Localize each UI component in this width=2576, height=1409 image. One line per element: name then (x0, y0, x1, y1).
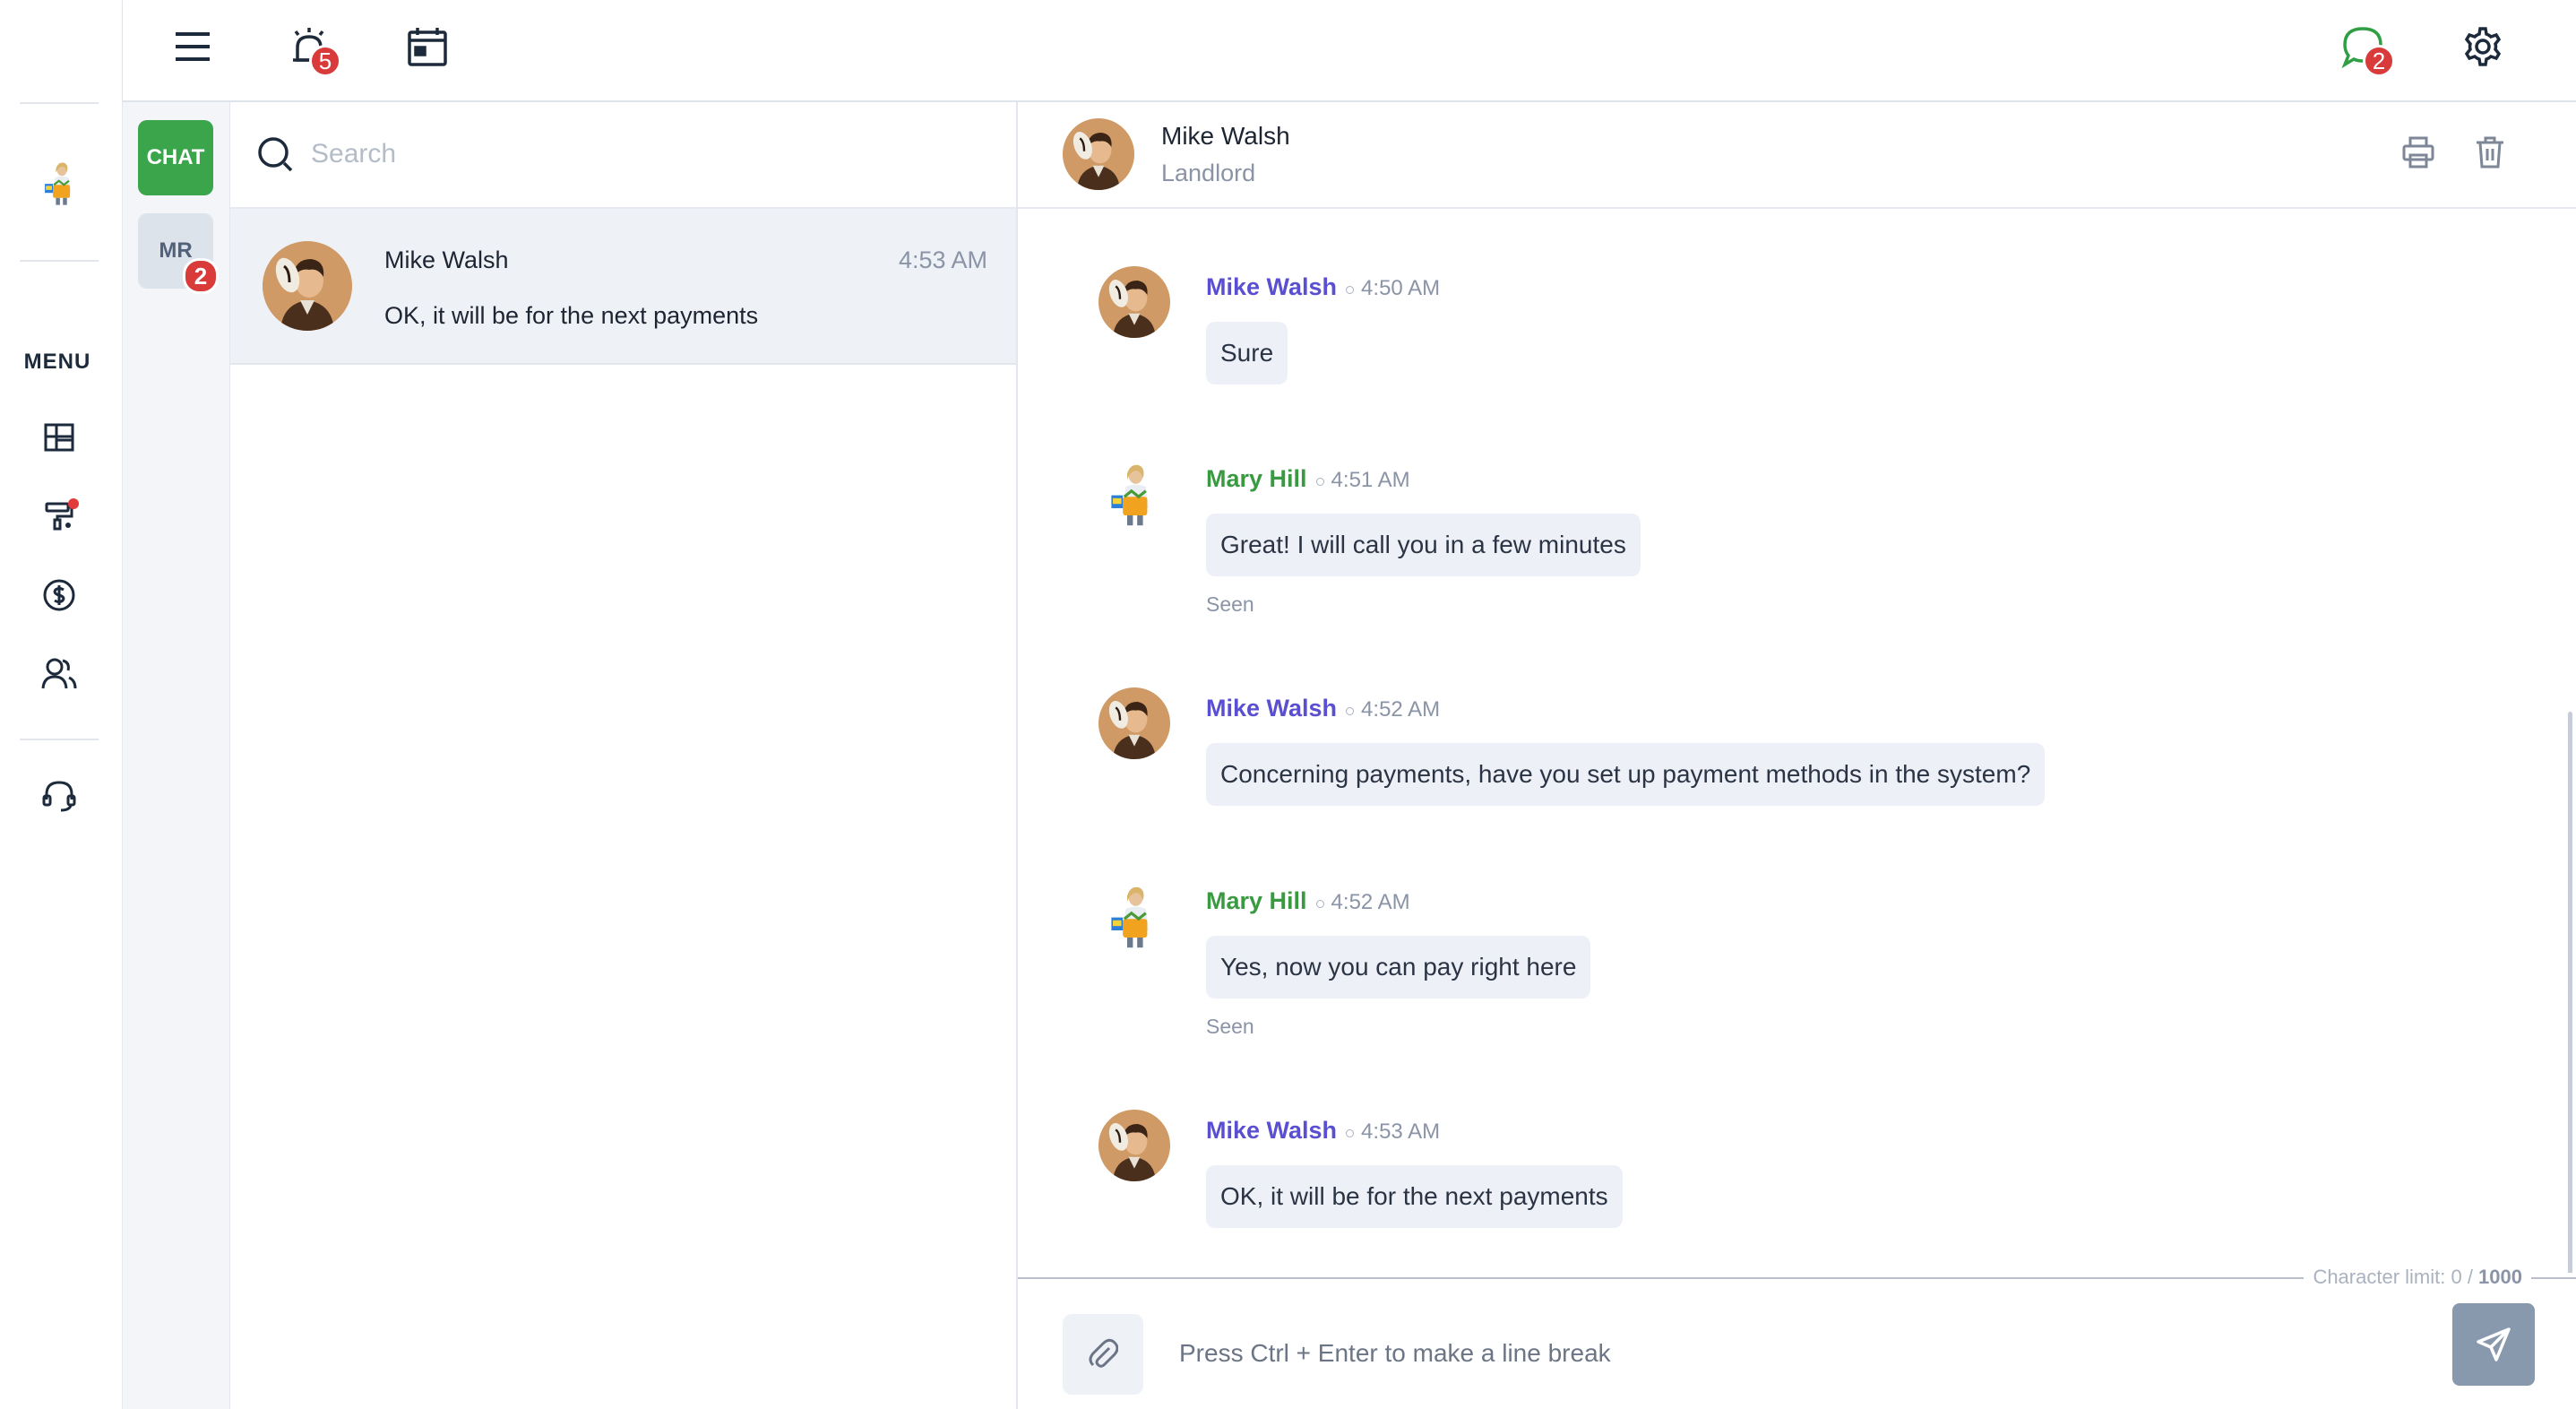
message-composer: Character limit: 0 / 1000 (1018, 1266, 2576, 1409)
conversation-name: Mike Walsh (384, 246, 509, 273)
avatar (1098, 1110, 1170, 1181)
avatar (1063, 118, 1134, 190)
search-input[interactable] (311, 129, 938, 179)
chat-header: Mike Walsh Landlord (1018, 102, 2576, 209)
tab-chat[interactable]: CHAT (138, 120, 213, 195)
avatar (1098, 687, 1170, 759)
message-sender: Mary Hill (1206, 465, 1307, 492)
message-input[interactable] (1179, 1321, 2254, 1386)
chat-badge: 2 (2363, 45, 2395, 77)
divider (20, 260, 99, 262)
message-list: Mike Walsh 4:50 AM Sure Mary Hill 4:51 AM … (1018, 209, 2576, 1273)
print-icon[interactable] (2395, 129, 2442, 176)
search-bar (230, 102, 1016, 209)
message-sender: Mike Walsh (1206, 273, 1338, 300)
chat-panel: Mike Walsh Landlord Mike Walsh 4:50 AM Su… (1018, 102, 2576, 1409)
dashboard-icon[interactable] (39, 418, 79, 457)
menu-icon[interactable] (169, 23, 216, 70)
message-bubble: Yes, now you can pay right here (1206, 936, 1591, 998)
message-sender: Mike Walsh (1206, 1117, 1338, 1144)
message-sender: Mary Hill (1206, 887, 1307, 914)
message-time: 4:50 AM (1361, 276, 1441, 300)
calendar-icon[interactable] (404, 23, 451, 70)
top-bar: 5 2 (123, 0, 2576, 102)
message-time: 4:53 AM (1361, 1119, 1441, 1144)
menu-label: MENU (23, 350, 91, 374)
dollar-icon[interactable] (39, 575, 79, 615)
message-time: 4:51 AM (1331, 468, 1410, 492)
search-icon (258, 137, 293, 172)
message-time: 4:52 AM (1361, 697, 1441, 722)
chat-bubble-icon[interactable]: 2 (2339, 23, 2395, 77)
avatar (1098, 458, 1170, 530)
message-time: 4:52 AM (1331, 890, 1410, 914)
alarm-icon[interactable]: 5 (286, 23, 341, 77)
trash-icon[interactable] (2467, 129, 2513, 176)
avatar (1098, 880, 1170, 952)
seen-status: Seen (1206, 1015, 1254, 1038)
alarm-badge: 5 (309, 45, 341, 77)
gear-icon[interactable] (2460, 23, 2506, 70)
scrollbar[interactable] (2568, 712, 2572, 1366)
message-bubble: Sure (1206, 322, 1288, 385)
tab-mr[interactable]: MR 2 (138, 213, 219, 294)
message-bubble: Great! I will call you in a few minutes (1206, 514, 1641, 576)
tab-mr-label: MR (159, 238, 193, 263)
message-bubble: OK, it will be for the next payments (1206, 1165, 1623, 1228)
conversation-item[interactable]: Mike Walsh 4:53 AM OK, it will be for th… (230, 209, 1016, 365)
avatar (1098, 266, 1170, 338)
divider (20, 739, 99, 740)
send-icon (2477, 1327, 2511, 1361)
conversation-list: Mike Walsh 4:53 AM OK, it will be for th… (230, 102, 1018, 1409)
paint-roller-icon[interactable] (39, 497, 79, 536)
paperclip-icon (1089, 1338, 1118, 1368)
users-icon[interactable] (39, 654, 79, 694)
seen-status: Seen (1206, 592, 1254, 616)
character-limit-max: 1000 (2478, 1266, 2522, 1288)
chat-tab-strip: CHAT MR 2 (123, 102, 230, 1409)
conversation-time: 4:53 AM (898, 246, 987, 273)
conversation-preview: OK, it will be for the next payments (384, 302, 759, 329)
message-sender: Mike Walsh (1206, 695, 1338, 722)
notification-dot (68, 498, 79, 509)
contact-name: Mike Walsh (1161, 122, 1290, 150)
avatar (263, 241, 352, 331)
user-avatar[interactable] (36, 154, 86, 212)
left-navigation: MENU (0, 0, 123, 1409)
message-bubble: Concerning payments, have you set up pay… (1206, 743, 2046, 806)
attach-button[interactable] (1063, 1314, 1143, 1395)
send-button[interactable] (2452, 1303, 2535, 1386)
character-limit: Character limit: 0 / 1000 (2304, 1266, 2531, 1289)
divider (20, 102, 99, 104)
contact-role: Landlord (1161, 160, 1256, 186)
mr-badge: 2 (183, 258, 219, 294)
headset-icon[interactable] (39, 776, 79, 816)
